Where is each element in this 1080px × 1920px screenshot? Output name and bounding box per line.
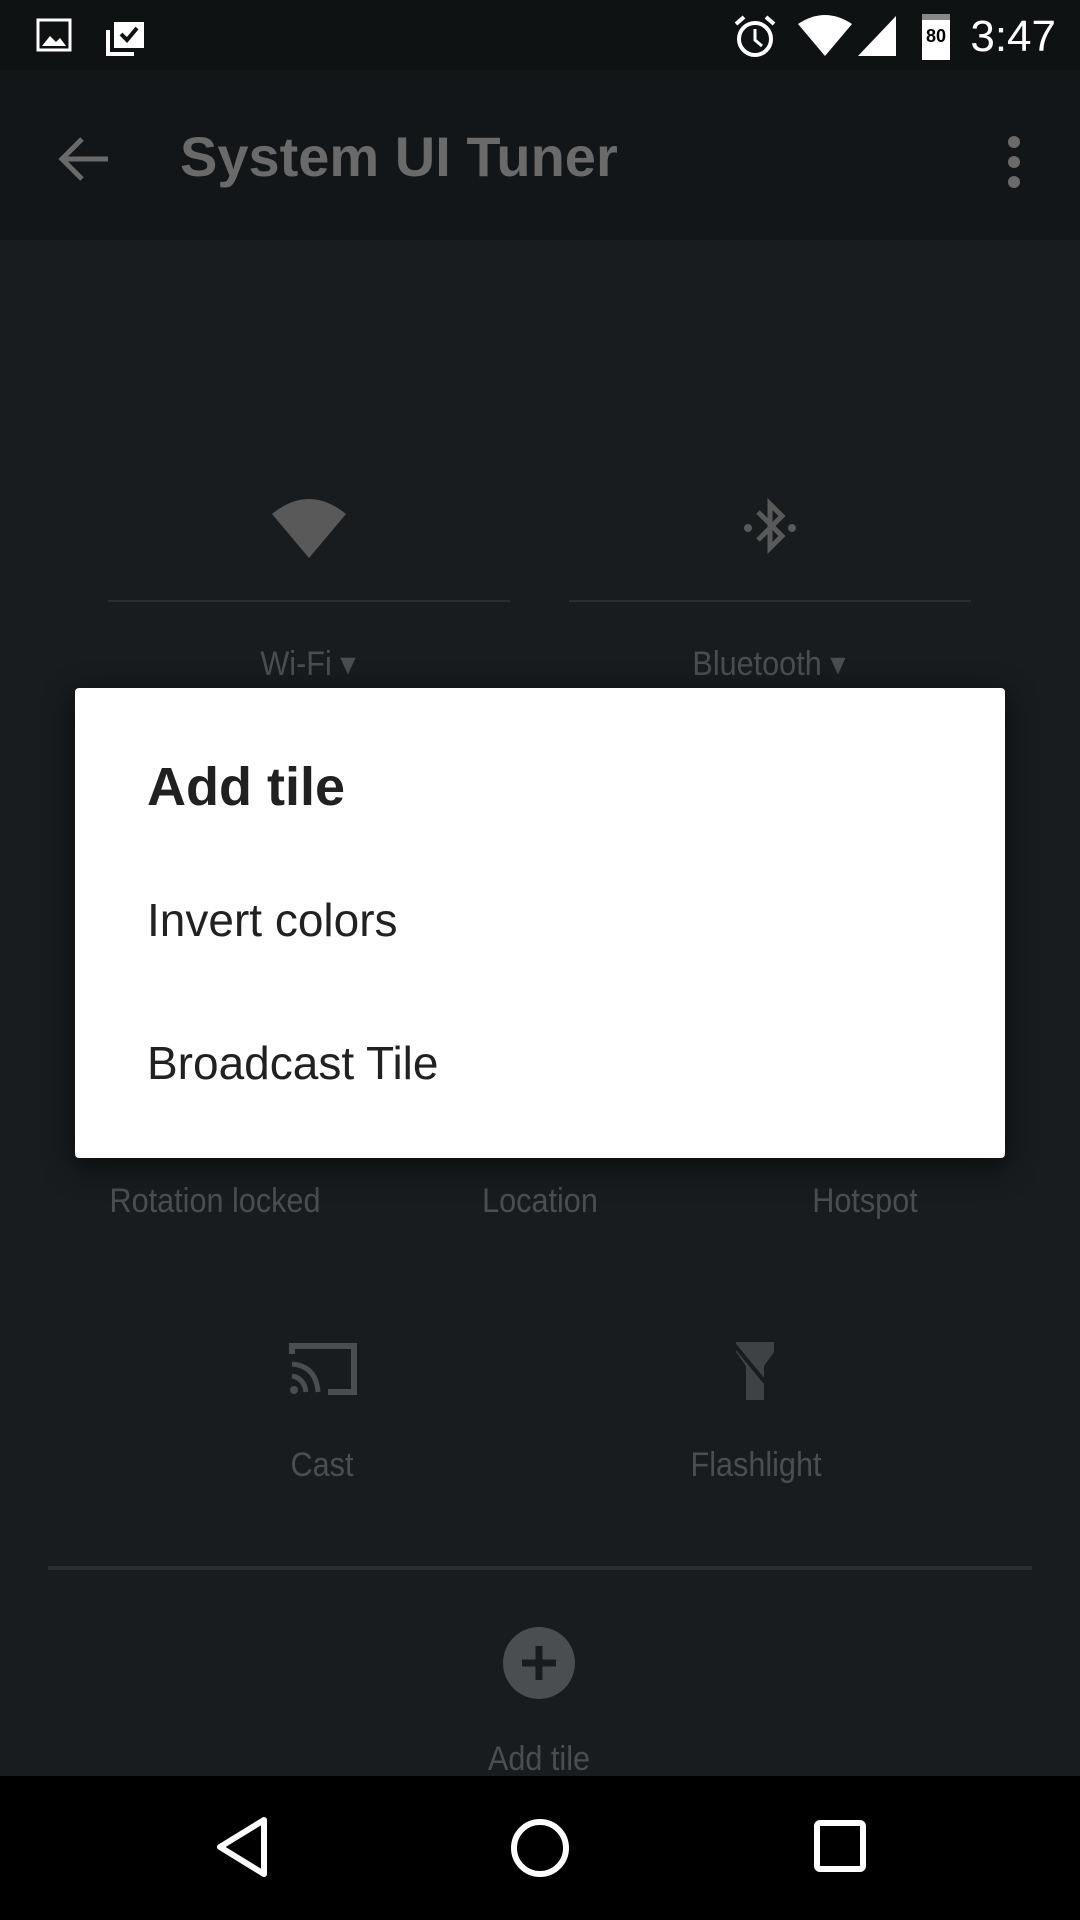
app-bar: System UI Tuner (0, 70, 1080, 240)
wifi-tile-label[interactable]: Wi-Fi ▾ (128, 644, 488, 684)
flashlight-tile-label[interactable]: Flashlight (576, 1446, 936, 1485)
dialog-item-broadcast-tile[interactable]: Broadcast Tile (147, 1013, 927, 1113)
add-tile-button[interactable]: Add tile (359, 1740, 719, 1779)
divider (569, 600, 971, 602)
home-icon[interactable] (508, 1816, 572, 1880)
add-tile-dialog: Add tile Invert colors Broadcast Tile (75, 688, 1005, 1158)
bluetooth-tile-icon[interactable] (740, 496, 800, 560)
hotspot-tile-label[interactable]: Hotspot (685, 1182, 1045, 1221)
back-icon[interactable] (212, 1814, 272, 1880)
navigation-bar (0, 1776, 1080, 1920)
wifi-icon (798, 15, 852, 56)
more-vert-icon[interactable] (1000, 132, 1028, 192)
clock: 3:47 (970, 12, 1056, 61)
cast-tile-label[interactable]: Cast (142, 1446, 502, 1485)
flashlight-icon[interactable] (728, 1338, 782, 1402)
bluetooth-tile-label[interactable]: Bluetooth ▾ (589, 644, 949, 684)
task-check-icon (106, 22, 144, 56)
rotation-tile-label[interactable]: Rotation locked (35, 1182, 395, 1221)
battery-icon: 80 (922, 14, 950, 60)
location-tile-label[interactable]: Location (360, 1182, 720, 1221)
page-title: System UI Tuner (180, 125, 618, 188)
cast-icon[interactable] (288, 1340, 358, 1398)
dialog-item-invert-colors[interactable]: Invert colors (147, 870, 927, 970)
dialog-title: Add tile (147, 757, 345, 817)
status-bar: 80 3:47 (0, 0, 1080, 70)
recents-icon[interactable] (812, 1818, 868, 1874)
signal-icon (858, 16, 896, 56)
back-arrow-icon[interactable] (58, 134, 110, 184)
bluetooth-label: Bluetooth (692, 645, 822, 683)
divider (108, 600, 510, 602)
divider (48, 1566, 1032, 1570)
battery-level: 80 (925, 26, 947, 46)
wifi-label: Wi-Fi (260, 645, 332, 683)
image-icon (36, 18, 72, 52)
add-tile-icon[interactable] (502, 1626, 576, 1700)
alarm-icon (734, 15, 776, 57)
wifi-tile-icon[interactable] (270, 498, 348, 560)
